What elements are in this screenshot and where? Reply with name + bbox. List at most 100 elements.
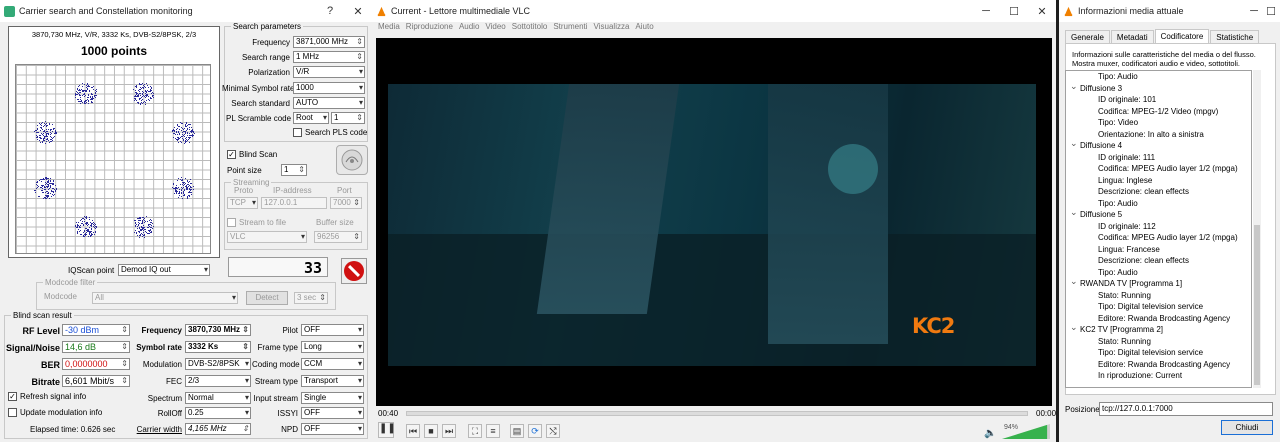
expand-chevron-icon[interactable]: ⌄	[1070, 322, 1078, 333]
menu-item[interactable]: Video	[485, 22, 505, 36]
proto-select[interactable]: TCP	[227, 197, 258, 209]
extended-settings-button[interactable]: ≡	[486, 424, 500, 438]
media-info-window: Informazioni media attuale ─ ☐ Generale M…	[1059, 0, 1280, 442]
issyi-select[interactable]: OFF	[301, 407, 364, 419]
carrier-width-label[interactable]: Carrier width	[130, 425, 182, 434]
tab-generale[interactable]: Generale	[1065, 30, 1110, 44]
tree-node[interactable]: ⌄ KC2 TV [Programma 2]	[1070, 322, 1163, 334]
tab-metadati[interactable]: Metadati	[1110, 30, 1154, 44]
tab-codificatore[interactable]: Codificatore	[1154, 29, 1210, 43]
expand-chevron-icon[interactable]: ⌄	[1070, 207, 1078, 218]
iqscan-select[interactable]: Demod IQ out	[118, 264, 210, 276]
menu-item[interactable]: Strumenti	[553, 22, 587, 36]
detect-time-field[interactable]: 3 sec	[294, 292, 328, 304]
npd-select[interactable]: OFF	[301, 423, 364, 435]
bitrate-value[interactable]: 6,601 Mbit/s	[62, 375, 130, 387]
next-button[interactable]: ⏭	[442, 424, 456, 438]
constellation-point	[152, 223, 154, 225]
constellation-point	[56, 188, 58, 190]
minimize-icon[interactable]: ─	[972, 5, 1000, 17]
detect-button[interactable]: Detect	[246, 291, 288, 305]
search-range-field[interactable]: 1 MHz	[293, 51, 365, 63]
menu-item[interactable]: Media	[378, 22, 400, 36]
refresh-signal-checkbox[interactable]: ✓	[8, 392, 17, 401]
position-field[interactable]: tcp://127.0.0.1:7000	[1099, 402, 1273, 416]
polarization-select[interactable]: V/R	[293, 66, 365, 78]
min-symbol-rate-select[interactable]: 1000	[293, 82, 365, 94]
search-pls-checkbox[interactable]	[293, 128, 302, 137]
tree-node[interactable]: ⌄ RWANDA TV [Programma 1]	[1070, 276, 1182, 288]
ber-value[interactable]: 0,0000000	[62, 358, 130, 370]
maximize-icon[interactable]: ☐	[1000, 5, 1028, 18]
close-dialog-button[interactable]: Chiudi	[1221, 420, 1273, 435]
play-button[interactable]: ❚❚	[378, 422, 396, 438]
frequency-result-value[interactable]: 3870,730 MHz	[185, 324, 251, 336]
menu-item[interactable]: Aiuto	[635, 22, 653, 36]
input-stream-select[interactable]: Single	[301, 392, 364, 404]
scan-icon-button[interactable]	[336, 145, 368, 175]
pl-scramble-mode[interactable]: Root	[293, 112, 329, 124]
constellation-point	[191, 134, 193, 136]
volume-slider[interactable]: 94%	[1000, 420, 1052, 440]
frame-step-button[interactable]: ▤	[510, 424, 524, 438]
signal-noise-value[interactable]: 14,6 dB	[62, 341, 130, 353]
tab-statistiche[interactable]: Statistiche	[1210, 30, 1260, 44]
fec-select[interactable]: 2/3	[185, 375, 251, 387]
coding-mode-select[interactable]: CCM	[301, 358, 364, 370]
expand-chevron-icon[interactable]: ⌄	[1070, 81, 1078, 92]
previous-button[interactable]: ⏮	[406, 424, 420, 438]
maximize-icon[interactable]: ☐	[1262, 5, 1280, 18]
help-button[interactable]: ?	[316, 5, 344, 17]
rolloff-select[interactable]: 0.25	[185, 407, 251, 419]
stop-button[interactable]	[341, 258, 367, 284]
constellation-point	[90, 101, 92, 103]
buffer-size-field[interactable]: 96256	[314, 231, 362, 243]
pl-scramble-value[interactable]: 1	[331, 112, 365, 124]
stream-type-select[interactable]: Transport	[301, 375, 364, 387]
tree-node[interactable]: ⌄ Diffusione 5	[1070, 207, 1122, 219]
constellation-point	[95, 228, 97, 230]
expand-chevron-icon[interactable]: ⌄	[1070, 276, 1078, 287]
frame-type-select[interactable]: Long	[301, 341, 364, 353]
port-field[interactable]: 7000	[330, 197, 362, 209]
video-area[interactable]: KC2	[376, 38, 1052, 406]
mute-icon[interactable]: 🔈	[984, 428, 996, 439]
blind-scan-checkbox[interactable]: ✓	[227, 150, 236, 159]
search-standard-select[interactable]: AUTO	[293, 97, 365, 109]
time-total: 00:00	[1036, 409, 1056, 418]
close-icon[interactable]: ✕	[1028, 5, 1056, 18]
frequency-field[interactable]: 3871,000 MHz	[293, 36, 365, 48]
close-button[interactable]: ✕	[344, 5, 372, 18]
tree-scroll-thumb[interactable]	[1254, 225, 1260, 385]
carrier-width-value[interactable]: 4,165 MHz	[185, 423, 251, 435]
constellation-point	[141, 93, 143, 95]
menu-item[interactable]: Visualizza	[594, 22, 630, 36]
fullscreen-button[interactable]: ⛶	[468, 424, 482, 438]
spectrum-select[interactable]: Normal	[185, 392, 251, 404]
constellation-point	[83, 236, 85, 238]
shuffle-button[interactable]: ⤭	[546, 424, 560, 438]
stream-to-file-checkbox[interactable]	[227, 218, 236, 227]
constellation-point	[96, 225, 98, 227]
tree-node[interactable]: ⌄ Diffusione 3	[1070, 81, 1122, 93]
menu-item[interactable]: Audio	[459, 22, 479, 36]
symbol-rate-value[interactable]: 3332 Ks	[185, 341, 251, 353]
ip-field[interactable]: 127.0.0.1	[261, 197, 327, 209]
constellation-point	[42, 179, 44, 181]
stream-target-select[interactable]: VLC	[227, 231, 307, 243]
point-size-field[interactable]: 1	[281, 164, 307, 176]
menu-item[interactable]: Sottotitolo	[512, 22, 548, 36]
pilot-select[interactable]: OFF	[301, 324, 364, 336]
modcode-select[interactable]: All	[92, 292, 238, 304]
constellation-point	[146, 91, 148, 93]
update-modulation-checkbox[interactable]	[8, 408, 17, 417]
rf-level-value[interactable]: -30 dBm	[62, 324, 130, 336]
menu-item[interactable]: Riproduzione	[406, 22, 453, 36]
stop-button-vlc[interactable]: ■	[424, 424, 438, 438]
expand-chevron-icon[interactable]: ⌄	[1070, 138, 1078, 149]
loop-button[interactable]: ⟳	[528, 424, 542, 438]
modulation-select[interactable]: DVB-S2/8PSK	[185, 358, 251, 370]
seek-bar[interactable]	[406, 411, 1028, 416]
minimize-icon[interactable]: ─	[1246, 5, 1262, 17]
tree-node[interactable]: ⌄ Diffusione 4	[1070, 138, 1122, 150]
